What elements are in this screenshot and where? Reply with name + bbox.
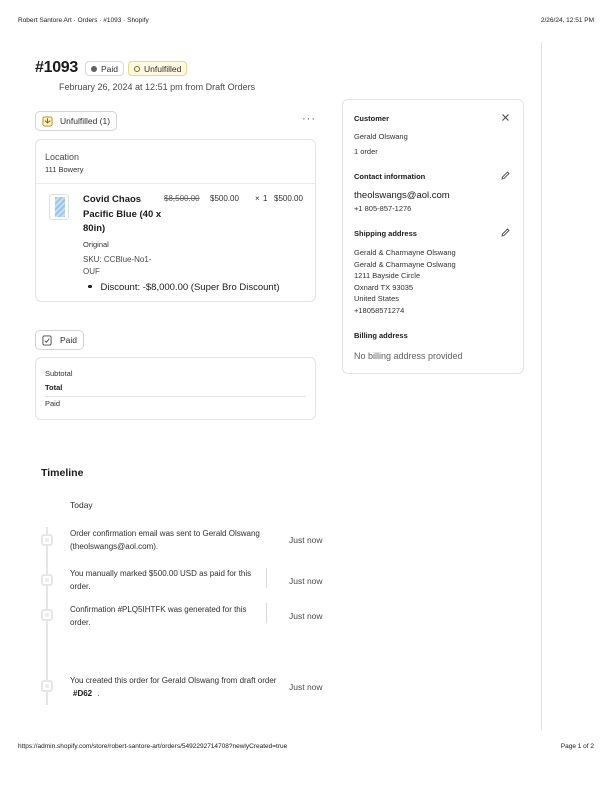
bullet-icon — [88, 284, 92, 289]
customer-name[interactable]: Gerald Olswang — [354, 132, 408, 141]
timeline-day-label: Today — [70, 500, 93, 510]
timeline-event-marker — [41, 680, 53, 692]
subtotal-label: Subtotal — [45, 369, 73, 378]
divider — [45, 396, 306, 397]
divider — [266, 568, 267, 588]
status-dot-icon — [91, 65, 97, 72]
product-thumbnail[interactable] — [49, 194, 69, 220]
original-price: $8,500.00 — [164, 194, 200, 203]
unfulfilled-status-button[interactable]: Unfulfilled (1) — [35, 111, 118, 131]
status-ring-icon — [134, 65, 140, 72]
product-variant: Original — [83, 240, 109, 249]
order-number: #1093 — [35, 59, 78, 76]
fulfillment-status-badge: Unfulfilled — [128, 61, 188, 76]
customer-card: Customer Gerald Olswang 1 order Contact … — [342, 99, 524, 374]
unit-price: $500.00 — [210, 194, 239, 203]
location-label: Location — [45, 152, 80, 162]
customer-email[interactable]: theolswangs@aol.com — [354, 190, 450, 201]
timeline-event-time: Just now — [289, 682, 323, 692]
billing-value: No billing address provided — [354, 351, 463, 361]
shipping-line: United States — [354, 294, 400, 303]
payment-card: Subtotal Total Paid — [35, 357, 316, 420]
print-url: https://admin.shopify.com/store/robert-s… — [18, 743, 288, 750]
timeline-event-text: You created this order for Gerald Olswan… — [70, 675, 280, 700]
timeline-event-text-part: You created this order for Gerald Olswan… — [70, 676, 277, 685]
product-title[interactable]: Covid Chaos Pacific Blue (40 x 80in) — [83, 193, 163, 237]
divider — [266, 603, 267, 623]
print-page-title: Robert Santore Art · Orders · #1093 · Sh… — [18, 17, 149, 24]
multiply-sign: × — [255, 194, 260, 203]
pencil-icon[interactable] — [500, 227, 511, 238]
customer-heading: Customer — [354, 114, 390, 123]
draft-order-link[interactable]: #D62 — [73, 689, 92, 698]
timeline-event-text: Confirmation #PLQ5IHTFK was generated fo… — [70, 605, 247, 627]
paid-label: Paid — [45, 399, 61, 408]
contact-heading: Contact information — [354, 172, 426, 181]
timeline-event-time: Just now — [289, 535, 323, 545]
print-datetime: 2/26/24, 12:51 PM — [540, 17, 594, 24]
unfulfilled-box-icon — [42, 115, 53, 127]
quantity: 1 — [263, 194, 268, 203]
timeline-event-marker — [41, 609, 53, 621]
timeline-event-text: Order confirmation email was sent to Ger… — [70, 529, 260, 551]
line-total: $500.00 — [274, 194, 303, 203]
discount-text: Discount: -$8,000.00 (Super Bro Discount… — [100, 282, 280, 293]
order-date: February 26, 2024 at 12:51 pm from Draft… — [59, 82, 256, 92]
shipping-line: Oxnard TX 93035 — [354, 283, 414, 292]
product-image — [55, 197, 65, 217]
print-page-number: Page 1 of 2 — [560, 743, 594, 750]
timeline-event-text-part: . — [97, 688, 100, 698]
customer-order-count[interactable]: 1 order — [354, 147, 378, 156]
customer-phone: +1 805-857-1276 — [354, 204, 412, 213]
location-value: 111 Bowery — [45, 165, 84, 174]
timeline-title: Timeline — [41, 467, 84, 479]
fulfillment-card: Location 111 Bowery Covid Chaos Pacific … — [35, 139, 316, 302]
timeline-event-text: You manually marked $500.00 USD as paid … — [70, 569, 252, 591]
paid-status-button[interactable]: Paid — [35, 330, 85, 350]
payment-status-badge: Paid — [85, 61, 125, 76]
timeline-event-time: Just now — [289, 611, 323, 621]
timeline-event-marker — [41, 534, 53, 546]
shipping-heading: Shipping address — [354, 229, 417, 238]
unfulfilled-button-label: Unfulfilled (1) — [60, 116, 111, 126]
print-header: Robert Santore Art · Orders · #1093 · Sh… — [18, 17, 594, 27]
payment-status-label: Paid — [101, 63, 119, 74]
column-divider — [541, 42, 542, 730]
total-label: Total — [45, 383, 63, 392]
shipping-line: Gerald & Charmayne Oslwang — [354, 260, 456, 269]
product-sku: SKU: CCBlue-No1-OUF — [83, 255, 152, 276]
shipping-line: 1211 Bayside Circle — [354, 271, 421, 280]
more-actions-button[interactable]: ··· — [302, 113, 316, 125]
shipping-line: +18058571274 — [354, 306, 405, 315]
print-footer: https://admin.shopify.com/store/robert-s… — [18, 743, 594, 753]
billing-heading: Billing address — [354, 331, 408, 340]
discount-line: Discount: -$8,000.00 (Super Bro Discount… — [88, 282, 280, 293]
receipt-check-icon — [42, 335, 52, 345]
timeline-event-marker — [41, 574, 53, 586]
timeline-event-time: Just now — [289, 576, 323, 586]
shipping-line: Gerald & Charmayne Olswang — [354, 248, 456, 257]
paid-button-label: Paid — [60, 335, 78, 345]
divider — [36, 183, 315, 184]
fulfillment-status-label: Unfulfilled — [144, 63, 182, 74]
close-icon[interactable] — [500, 112, 511, 123]
pencil-icon[interactable] — [500, 170, 511, 181]
